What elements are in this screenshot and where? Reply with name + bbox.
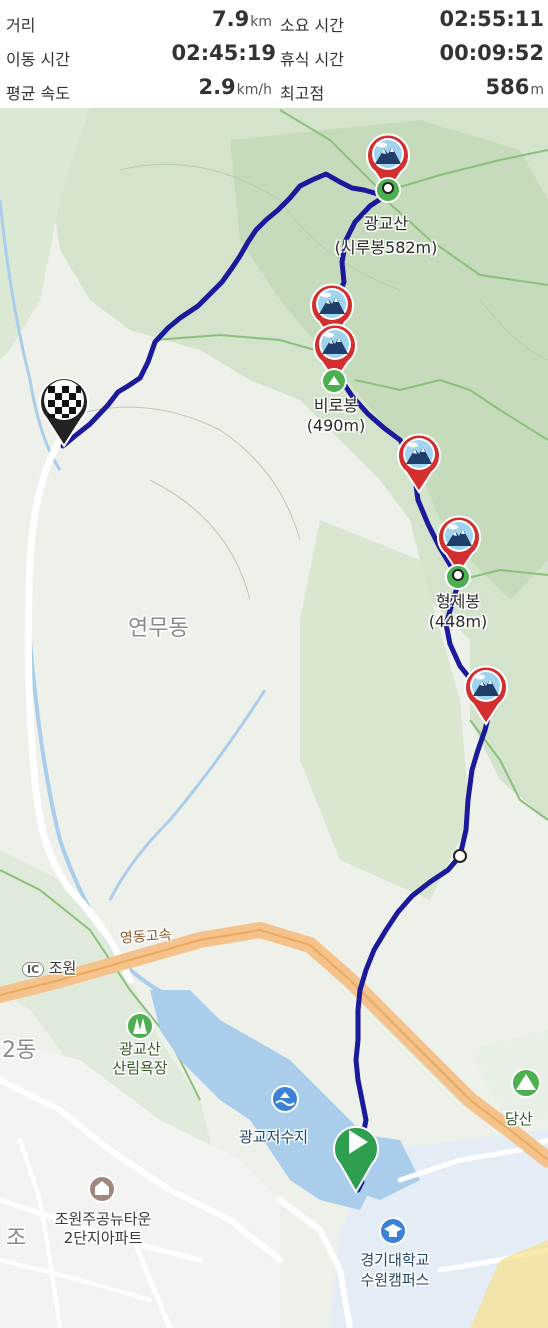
peak-name: 형제봉 [435, 592, 481, 611]
area-label-yeonmudong: 연무동 [128, 616, 189, 641]
rest-time-label: 휴식 시간 [280, 50, 344, 69]
reservoir-poi-label[interactable]: 광교저수지 [239, 1126, 308, 1147]
avg-speed-label: 평균 속도 [6, 84, 70, 103]
stats-row-1: 거리 7.9km 소요 시간 02:55:11 [0, 4, 548, 38]
peak-name: 비로봉 [313, 396, 359, 415]
apartment-icon[interactable] [88, 1175, 116, 1203]
peak-label-hyeongjebong[interactable]: 형제봉 (448m) [412, 588, 504, 631]
forest-icon[interactable] [126, 1012, 154, 1040]
waypoint-dot[interactable] [453, 849, 467, 863]
duration-label: 소요 시간 [280, 16, 344, 35]
peak-marker-icon[interactable] [375, 177, 401, 203]
reservoir-icon[interactable] [271, 1085, 299, 1113]
avg-speed-value: 2.9km/h [198, 75, 272, 99]
university-poi-label[interactable]: 경기대학교 수원캠퍼스 [340, 1250, 450, 1290]
dangsan-poi-label[interactable]: 당산 [505, 1108, 533, 1129]
mountain-poi-icon[interactable] [511, 1068, 541, 1098]
distance-value: 7.9km [212, 7, 272, 31]
expressway-label: 영동고속 [119, 927, 173, 947]
area-label-jo: 조 [6, 1226, 27, 1251]
area-label-2dong: 2동 [2, 1038, 37, 1063]
track-stats-panel: 거리 7.9km 소요 시간 02:55:11 이동 시간 02:45:19 휴… [0, 0, 548, 108]
peak-elevation: (448m) [428, 612, 488, 631]
duration-value: 02:55:11 [439, 7, 544, 31]
ic-name: 조원 [48, 959, 77, 977]
moving-time-value: 02:45:19 [171, 41, 276, 65]
peak-marker-icon[interactable] [445, 564, 471, 590]
distance-unit: km [250, 14, 272, 30]
apartment-poi-label[interactable]: 조원주공뉴타운 2단지아파트 [28, 1210, 178, 1248]
stats-row-3: 평균 속도 2.9km/h 최고점 586m [0, 72, 548, 106]
rest-time-value: 00:09:52 [439, 41, 544, 65]
avg-speed-unit: km/h [236, 82, 272, 98]
peak-label-gwanggyosan[interactable]: 광교산 (시루봉582m) [320, 210, 452, 258]
university-icon[interactable] [379, 1217, 407, 1245]
max-elevation-value: 586m [485, 75, 544, 99]
peak-marker-icon[interactable] [321, 368, 347, 394]
peak-label-birobong[interactable]: 비로봉 (490m) [290, 392, 382, 435]
distance-label: 거리 [6, 16, 36, 35]
map-view[interactable]: IC 조원 광교산 (시루봉582m) 비로봉 (490m) 형제봉 (448m… [0, 108, 548, 1328]
max-elevation-unit: m [530, 82, 544, 98]
max-elevation-label: 최고점 [280, 84, 325, 103]
forest-poi-label[interactable]: 광교산 산림욕장 [94, 1040, 186, 1078]
peak-elevation: (시루봉582m) [334, 238, 438, 257]
ic-badge-icon: IC [22, 962, 45, 977]
moving-time-label: 이동 시간 [6, 50, 70, 69]
peak-elevation: (490m) [306, 416, 366, 435]
peak-name: 광교산 [363, 214, 409, 233]
stats-row-2: 이동 시간 02:45:19 휴식 시간 00:09:52 [0, 38, 548, 72]
ic-badge: IC 조원 [22, 957, 76, 978]
